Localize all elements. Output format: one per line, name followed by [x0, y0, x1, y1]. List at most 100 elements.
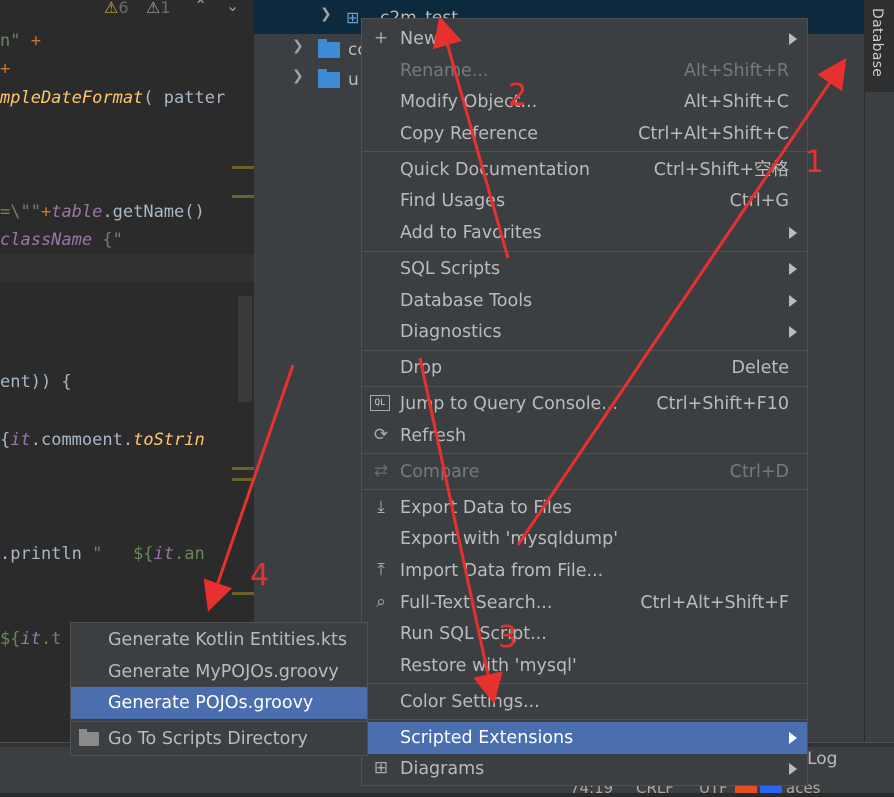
- menu-item-shortcut: Alt+Shift+C: [683, 92, 789, 113]
- usage-marker: [232, 467, 254, 470]
- code-token: .getName(): [102, 202, 205, 222]
- context-menu[interactable]: + New Rename... Alt+Shift+R Modify Object...…: [361, 18, 808, 786]
- code-token: =\"": [0, 202, 41, 222]
- menu-item-new[interactable]: + New: [362, 23, 807, 55]
- diagram-icon: ⊞: [373, 758, 389, 779]
- submenu-item-generate-kotlin-entities-kts[interactable]: Generate Kotlin Entities.kts: [71, 624, 367, 656]
- menu-item-label: Import Data from File...: [400, 561, 604, 581]
- annotation-label-2: 2: [508, 78, 528, 113]
- code-token: ${: [0, 629, 21, 649]
- menu-item-label: Refresh: [400, 425, 467, 446]
- code-token: it: [10, 430, 31, 450]
- menu-item-compare[interactable]: ⇄ Compare Ctrl+D: [362, 456, 807, 488]
- submenu-arrow-icon: [789, 326, 797, 339]
- menu-item-shortcut: Ctrl+Shift+空格: [653, 159, 789, 180]
- scripted-extensions-submenu[interactable]: Generate Kotlin Entities.kts Generate MyP…: [70, 622, 368, 756]
- menu-item-scripted-extensions[interactable]: Scripted Extensions: [362, 721, 807, 754]
- menu-separator: [362, 453, 807, 455]
- submenu-separator: [71, 720, 367, 722]
- submenu-item-label: Generate MyPOJOs.groovy: [108, 661, 339, 682]
- menu-item-shortcut: Ctrl+Alt+Shift+C: [638, 123, 789, 144]
- menu-item-shortcut: Ctrl+Alt+Shift+F: [640, 592, 789, 613]
- menu-item-full-text-search[interactable]: ⌕ Full-Text Search... Ctrl+Alt+Shift+F: [362, 587, 807, 619]
- menu-item-copy-reference[interactable]: Copy Reference Ctrl+Alt+Shift+C: [362, 118, 807, 150]
- menu-item-database-tools[interactable]: Database Tools: [362, 285, 807, 317]
- code-token: ent)) {: [0, 372, 72, 392]
- chevron-down-icon[interactable]: ⌄: [226, 0, 239, 15]
- menu-item-label: Compare: [400, 461, 480, 482]
- menu-item-export-with-mysqldump[interactable]: Export with 'mysqldump': [362, 523, 807, 555]
- menu-item-jump-to-query-console[interactable]: QL Jump to Query Console... Ctrl+Shift+F10: [362, 388, 807, 420]
- menu-item-label: Add to Favorites: [400, 223, 542, 243]
- menu-item-find-usages[interactable]: Find Usages Ctrl+G: [362, 185, 807, 217]
- scroll-marker: [238, 296, 252, 402]
- weak-warnings-indicator[interactable]: ⚠1: [146, 0, 171, 17]
- code-line[interactable]: .println " ${it.an: [0, 543, 205, 565]
- code-token: it: [20, 629, 41, 649]
- chevron-up-icon[interactable]: ⌃: [194, 0, 207, 15]
- menu-item-label: Export with 'mysqldump': [400, 529, 619, 550]
- menu-item-drop[interactable]: Drop Delete: [362, 352, 807, 384]
- menu-item-label: New: [400, 29, 439, 49]
- menu-item-label: Jump to Query Console...: [400, 394, 619, 415]
- database-tool-tab[interactable]: Database: [865, 0, 894, 92]
- code-token: {: [0, 430, 11, 450]
- menu-item-export-data-to-files[interactable]: ⤓ Export Data to Files: [362, 492, 807, 524]
- current-line-highlight: [0, 254, 254, 282]
- code-line[interactable]: ${it.t: [0, 628, 61, 650]
- submenu-item-generate-mypojos-groovy[interactable]: Generate MyPOJOs.groovy: [71, 656, 367, 688]
- menu-item-import-data-from-file[interactable]: ⤒ Import Data from File...: [362, 555, 807, 587]
- code-line[interactable]: className {": [0, 229, 123, 251]
- menu-item-sql-scripts[interactable]: SQL Scripts: [362, 253, 807, 285]
- menu-item-modify-object[interactable]: Modify Object... Alt+Shift+C: [362, 86, 807, 118]
- code-line[interactable]: +: [0, 58, 10, 80]
- menu-item-shortcut: Ctrl+D: [729, 461, 789, 482]
- code-token: className: [0, 230, 93, 250]
- submenu-item-generate-pojos-groovy[interactable]: Generate POJOs.groovy: [71, 687, 367, 719]
- submenu-arrow-icon: [789, 33, 797, 45]
- code-line[interactable]: mpleDateFormat( patter: [0, 87, 225, 109]
- submenu-item-label: Generate Kotlin Entities.kts: [108, 630, 348, 650]
- menu-item-label: Quick Documentation: [400, 159, 590, 180]
- menu-item-restore-with-mysql[interactable]: Restore with 'mysql': [362, 650, 807, 682]
- code-token: .t: [40, 629, 62, 649]
- folder-icon: [318, 39, 340, 58]
- right-tool-strip: Database: [864, 0, 894, 742]
- menu-item-diagrams[interactable]: ⊞ Diagrams: [362, 753, 807, 785]
- inspection-widget[interactable]: ⚠6 ⚠1 ⌃ ⌄: [0, 0, 254, 20]
- menu-separator: [362, 489, 807, 491]
- annotation-label-1: 1: [805, 145, 825, 180]
- menu-item-quick-documentation[interactable]: Quick Documentation Ctrl+Shift+空格: [362, 154, 807, 186]
- menu-item-label: Color Settings...: [400, 691, 540, 712]
- chevron-right-icon[interactable]: ❯: [320, 6, 332, 22]
- submenu-item-label: Generate POJOs.groovy: [108, 693, 314, 713]
- menu-item-add-to-favorites[interactable]: Add to Favorites: [362, 217, 807, 249]
- chevron-right-icon[interactable]: ❯: [292, 68, 304, 84]
- menu-item-label: Find Usages: [400, 191, 506, 212]
- menu-item-label: SQL Scripts: [400, 259, 501, 279]
- menu-item-label: Restore with 'mysql': [400, 655, 577, 676]
- menu-separator: [362, 683, 807, 685]
- menu-item-diagnostics[interactable]: Diagnostics: [362, 316, 807, 348]
- menu-item-refresh[interactable]: ⟳ Refresh: [362, 420, 807, 452]
- usage-marker: [232, 478, 254, 481]
- menu-item-color-settings[interactable]: Color Settings...: [362, 686, 807, 718]
- code-line[interactable]: =\""+table.getName(): [0, 201, 205, 223]
- menu-item-rename[interactable]: Rename... Alt+Shift+R: [362, 55, 807, 87]
- code-token: " ${: [92, 544, 154, 564]
- query-console-icon: QL: [370, 395, 390, 412]
- submenu-arrow-icon: [789, 731, 797, 744]
- menu-item-run-sql-script[interactable]: Run SQL Script...: [362, 618, 807, 650]
- code-line[interactable]: {it.commoent.toStrin: [0, 429, 205, 451]
- code-line[interactable]: n" +: [0, 30, 41, 52]
- refresh-icon: ⟳: [373, 424, 389, 445]
- code-token: toStrin: [133, 430, 205, 450]
- chevron-right-icon[interactable]: ❯: [292, 38, 304, 54]
- menu-item-label: Full-Text Search...: [400, 592, 553, 613]
- warnings-indicator[interactable]: ⚠6: [104, 0, 129, 17]
- submenu-item-go-to-scripts-directory[interactable]: Go To Scripts Directory: [71, 723, 367, 755]
- menu-item-label: Diagrams: [400, 759, 485, 780]
- code-token: +: [30, 31, 41, 51]
- submenu-arrow-icon: [789, 227, 797, 239]
- code-line[interactable]: ent)) {: [0, 371, 72, 393]
